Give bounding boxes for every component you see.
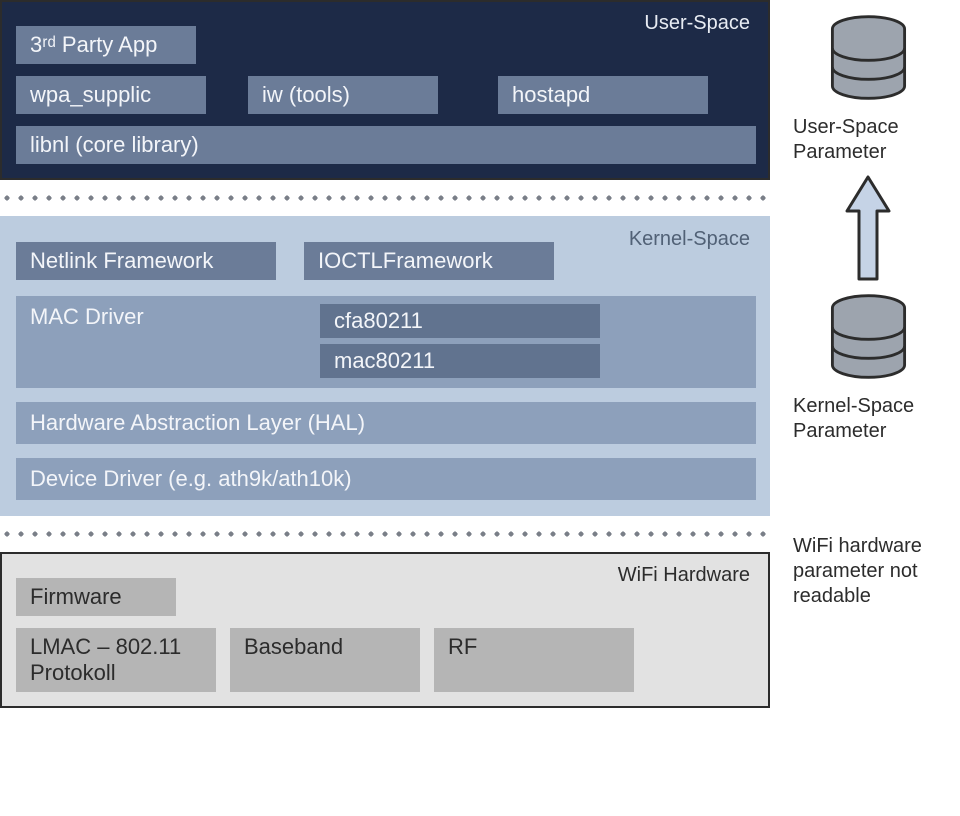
device-driver-box: Device Driver (e.g. ath9k/ath10k) <box>16 458 756 500</box>
database-icon <box>821 10 916 105</box>
kernelspace-layer: Kernel-Space Netlink Framework IOCTLFram… <box>0 216 770 516</box>
lmac-box: LMAC – 802.11 Protokoll <box>16 628 216 692</box>
kernelspace-param-label: Kernel-Space Parameter <box>793 394 943 444</box>
userspace-layer: User-Space 3ʳᵈ Party App wpa_supplic iw … <box>0 0 770 180</box>
hardware-title: WiFi Hardware <box>618 564 750 587</box>
hardware-layer: WiFi Hardware Firmware LMAC – 802.11 Pro… <box>0 552 770 708</box>
cfa80211-box: cfa80211 <box>320 304 600 338</box>
third-party-app-box: 3ʳᵈ Party App <box>16 26 196 64</box>
iw-tools-box: iw (tools) <box>248 76 438 114</box>
wpa-supplicant-box: wpa_supplic <box>16 76 206 114</box>
divider-dots <box>0 530 770 538</box>
baseband-box: Baseband <box>230 628 420 692</box>
userspace-param-label: User-Space Parameter <box>793 115 943 165</box>
firmware-box: Firmware <box>16 578 176 616</box>
database-icon <box>821 289 916 384</box>
hal-box: Hardware Abstraction Layer (HAL) <box>16 402 756 444</box>
userspace-title: User-Space <box>644 12 750 35</box>
libnl-box: libnl (core library) <box>16 126 756 164</box>
divider-dots <box>0 194 770 202</box>
mac80211-box: mac80211 <box>320 344 600 378</box>
hardware-note-label: WiFi hardware parameter not readable <box>793 534 943 609</box>
rf-box: RF <box>434 628 634 692</box>
hostapd-box: hostapd <box>498 76 708 114</box>
arrow-up-icon <box>845 173 891 283</box>
mac-driver-box: MAC Driver cfa80211 mac80211 <box>16 296 756 388</box>
netlink-framework-box: Netlink Framework <box>16 242 276 280</box>
mac-driver-label: MAC Driver <box>30 304 144 330</box>
kernelspace-title: Kernel-Space <box>629 228 750 251</box>
ioctl-framework-box: IOCTLFramework <box>304 242 554 280</box>
